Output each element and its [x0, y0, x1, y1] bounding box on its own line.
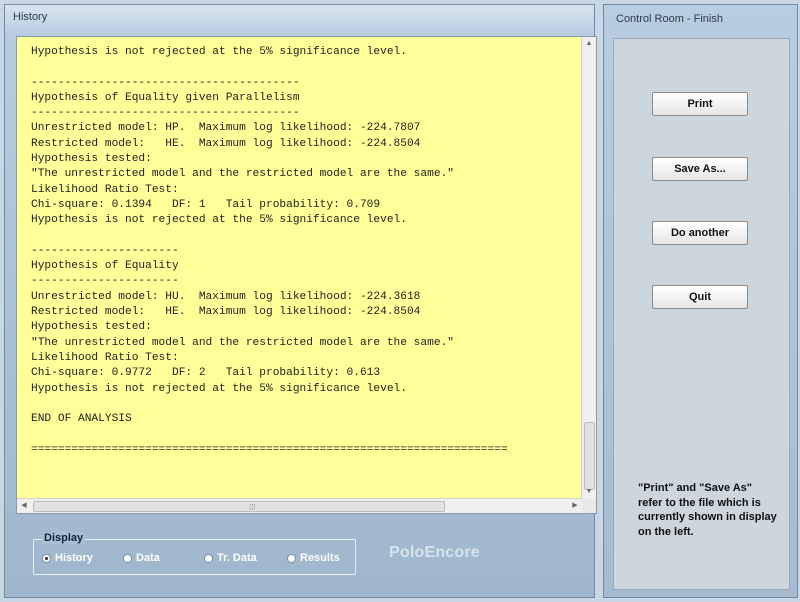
control-room-panel: Print Save As... Do another Quit "Print"…	[613, 38, 790, 590]
history-text-area[interactable]: Hypothesis is not rejected at the 5% sig…	[16, 36, 597, 514]
history-line: ----------------------------------------	[31, 76, 300, 89]
radio-tr-data-label: Tr. Data	[217, 552, 257, 564]
save-as-button[interactable]: Save As...	[652, 157, 748, 181]
history-line: "The unrestricted model and the restrict…	[31, 168, 454, 181]
scroll-right-icon[interactable]: ▶	[568, 499, 582, 513]
control-room-title: Control Room - Finish	[616, 13, 723, 25]
radio-history[interactable]: History	[42, 552, 93, 564]
history-window-title: History	[13, 11, 48, 23]
print-save-note: "Print" and "Save As" refer to the file …	[638, 482, 777, 538]
history-line: ----------------------	[31, 275, 179, 288]
quit-button[interactable]: Quit	[652, 285, 748, 309]
history-line: Hypothesis is not rejected at the 5% sig…	[31, 46, 407, 58]
history-text-content: Hypothesis is not rejected at the 5% sig…	[31, 45, 572, 458]
history-line: END OF ANALYSIS	[31, 413, 132, 426]
scroll-up-icon[interactable]: ▲	[582, 37, 596, 51]
scroll-down-icon[interactable]: ▼	[582, 485, 596, 499]
horizontal-scrollbar[interactable]: ◀ ⁞⁞⁞ ▶	[17, 498, 582, 513]
vertical-scrollbar[interactable]: ▲ ▼	[581, 37, 596, 499]
history-line: Hypothesis tested:	[31, 321, 152, 334]
history-line: Hypothesis tested:	[31, 153, 152, 166]
radio-history-label: History	[55, 552, 93, 564]
history-line: ----------------------	[31, 244, 179, 257]
history-line: Hypothesis is not rejected at the 5% sig…	[31, 214, 407, 227]
history-line: Likelihood Ratio Test:	[31, 183, 179, 196]
print-button[interactable]: Print	[652, 92, 748, 116]
scroll-left-icon[interactable]: ◀	[17, 499, 31, 513]
history-line: Chi-square: 0.1394 DF: 1 Tail probabilit…	[31, 198, 381, 211]
history-line: "The unrestricted model and the restrict…	[31, 336, 454, 349]
history-line: Restricted model: HE. Maximum log likeli…	[31, 306, 421, 319]
scroll-corner	[582, 499, 596, 513]
history-line: Unrestricted model: HP. Maximum log like…	[31, 122, 421, 135]
radio-data-label: Data	[136, 552, 160, 564]
radio-tr-data[interactable]: Tr. Data	[204, 552, 257, 564]
radio-results-label: Results	[300, 552, 340, 564]
history-line: Restricted model: HE. Maximum log likeli…	[31, 137, 421, 150]
history-line: Unrestricted model: HU. Maximum log like…	[31, 290, 421, 303]
scroll-grip-icon: ⁞⁞⁞	[249, 503, 256, 512]
history-line: Likelihood Ratio Test:	[31, 351, 179, 364]
display-group: Display History Data Tr. Data Results	[33, 532, 356, 575]
history-window: History Hypothesis is not rejected at th…	[4, 4, 597, 598]
radio-unselected-icon[interactable]	[204, 553, 213, 563]
history-line: Hypothesis of Equality given Parallelism	[31, 91, 300, 104]
radio-selected-icon[interactable]	[42, 553, 51, 563]
display-group-label: Display	[42, 532, 86, 544]
brand-logo-text: PoloEncore	[389, 544, 480, 561]
history-line: ----------------------------------------	[31, 107, 300, 120]
radio-unselected-icon[interactable]	[287, 553, 296, 563]
history-line: Hypothesis of Equality	[31, 260, 179, 273]
vertical-scroll-thumb[interactable]	[584, 422, 595, 490]
do-another-button[interactable]: Do another	[652, 221, 748, 245]
history-line: Hypothesis is not rejected at the 5% sig…	[31, 382, 407, 395]
history-line: Chi-square: 0.9772 DF: 2 Tail probabilit…	[31, 367, 381, 380]
radio-data[interactable]: Data	[123, 552, 160, 564]
horizontal-scroll-thumb[interactable]: ⁞⁞⁞	[33, 501, 445, 512]
radio-unselected-icon[interactable]	[123, 553, 132, 563]
history-titlebar[interactable]	[5, 5, 594, 35]
radio-results[interactable]: Results	[287, 552, 340, 564]
control-room-window: Control Room - Finish Print Save As... D…	[603, 4, 798, 598]
history-line: ========================================…	[31, 443, 508, 456]
